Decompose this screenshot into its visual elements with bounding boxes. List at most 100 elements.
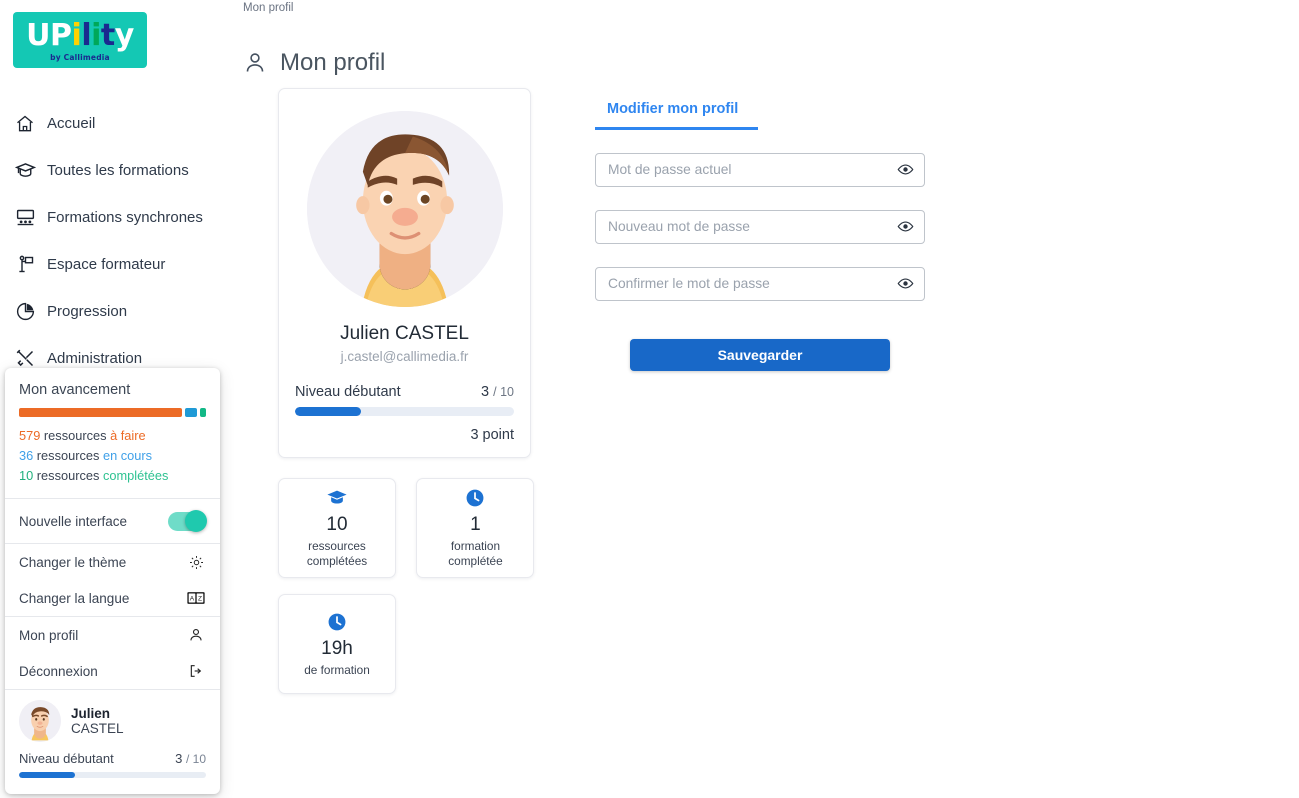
menu-item-label: Mon profil bbox=[19, 627, 79, 643]
stat-value: 10 bbox=[326, 514, 348, 535]
new-password-field[interactable] bbox=[595, 209, 925, 244]
page-header: Mon profil bbox=[243, 33, 385, 93]
stat-value: 1 bbox=[470, 514, 481, 535]
user-row: Julien CASTEL bbox=[19, 700, 206, 742]
menu-level-progress-bar bbox=[19, 772, 206, 778]
menu-level-label: Niveau débutant bbox=[19, 751, 114, 766]
person-icon bbox=[243, 51, 267, 75]
sidebar-item-toutes-les-formations[interactable]: Toutes les formations bbox=[0, 147, 230, 194]
graduation-cap-icon bbox=[14, 160, 36, 182]
avatar bbox=[306, 111, 503, 307]
profile-name: Julien CASTEL bbox=[340, 323, 469, 344]
new-password-input[interactable] bbox=[596, 210, 924, 243]
profile-points: 3 point bbox=[470, 427, 514, 443]
profile-level-label: Niveau débutant bbox=[295, 384, 401, 400]
home-icon bbox=[14, 113, 36, 135]
stat-noun: ressources bbox=[43, 428, 107, 443]
breadcrumb[interactable]: Mon profil bbox=[243, 2, 294, 14]
menu-item-label: Déconnexion bbox=[19, 663, 98, 679]
podium-flag-icon bbox=[14, 254, 36, 276]
sidebar-item-label: Formations synchrones bbox=[47, 209, 203, 226]
menu-item-deconnexion[interactable]: Déconnexion bbox=[5, 653, 220, 689]
progress-fill bbox=[295, 407, 361, 416]
stat-label: formation complétée bbox=[448, 539, 503, 568]
sidebar-item-label: Toutes les formations bbox=[47, 162, 189, 179]
level-current: 3 bbox=[481, 384, 490, 400]
classroom-icon bbox=[14, 207, 36, 229]
stat-card-de-formation[interactable]: 19h de formation bbox=[278, 594, 396, 694]
user-first-name: Julien bbox=[71, 706, 111, 721]
menu-item-mon-profil[interactable]: Mon profil bbox=[5, 617, 220, 653]
stat-state: en cours bbox=[102, 448, 153, 463]
sidebar-item-label: Espace formateur bbox=[47, 256, 166, 273]
stat-noun: ressources bbox=[36, 468, 100, 483]
sidebar-item-label: Accueil bbox=[47, 115, 96, 132]
logo-badge: UPility by Callimedia bbox=[13, 12, 147, 68]
stat-noun: ressources bbox=[36, 448, 100, 463]
avatar bbox=[19, 700, 61, 742]
main-content: Mon profil Mon profil Julien CASTEL j.ca… bbox=[230, 0, 1299, 798]
save-button[interactable]: Sauvegarder bbox=[630, 338, 890, 371]
stat-state: complétées bbox=[102, 468, 169, 483]
progress-segmented-bar bbox=[19, 408, 206, 417]
sidebar-item-espace-formateur[interactable]: Espace formateur bbox=[0, 241, 230, 288]
profile-card: Julien CASTEL j.castel@callimedia.fr Niv… bbox=[278, 88, 531, 458]
stat-count: 10 bbox=[19, 468, 34, 483]
user-dropdown-menu: Mon avancement 579 ressources à faire 36… bbox=[5, 368, 220, 794]
profile-level-value: 3 / 10 bbox=[481, 384, 514, 400]
stat-label: de formation bbox=[304, 662, 370, 677]
pie-chart-icon bbox=[14, 301, 36, 323]
page-title: Mon profil bbox=[280, 49, 386, 77]
level-of: / 10 bbox=[185, 752, 206, 766]
stat-card-ressources-completees[interactable]: 10 ressources complétées bbox=[278, 478, 396, 578]
tab-modifier-mon-profil[interactable]: Modifier mon profil bbox=[595, 101, 750, 127]
profile-level-progress-bar bbox=[295, 407, 514, 416]
app-root: UPility by Callimedia Accueil Toutes les… bbox=[0, 0, 1299, 798]
progress-segment-a-faire bbox=[19, 408, 182, 417]
stat-card-formation-completee[interactable]: 1 formation complétée bbox=[416, 478, 535, 578]
sidebar-item-label: Administration bbox=[47, 350, 143, 367]
level-of: / 10 bbox=[493, 385, 514, 399]
menu-item-changer-la-langue[interactable]: Changer la langue AZ bbox=[5, 580, 220, 616]
logout-icon bbox=[186, 663, 206, 679]
progress-fill bbox=[19, 772, 76, 778]
progress-segment-completees bbox=[200, 408, 206, 417]
eye-icon[interactable] bbox=[895, 160, 915, 180]
logo[interactable]: UPility by Callimedia bbox=[13, 12, 147, 68]
sidebar: UPility by Callimedia Accueil Toutes les… bbox=[0, 0, 230, 798]
menu-item-label: Nouvelle interface bbox=[19, 513, 128, 529]
toggle-knob bbox=[185, 510, 207, 532]
menu-item-nouvelle-interface[interactable]: Nouvelle interface bbox=[5, 499, 220, 543]
sidebar-item-label: Progression bbox=[47, 303, 128, 320]
eye-icon[interactable] bbox=[895, 274, 915, 294]
current-password-field[interactable] bbox=[595, 152, 925, 187]
graduation-cap-icon bbox=[326, 487, 348, 509]
menu-level-row: Niveau débutant 3 / 10 bbox=[19, 751, 206, 766]
sidebar-item-accueil[interactable]: Accueil bbox=[0, 100, 230, 147]
sidebar-item-formations-synchrones[interactable]: Formations synchrones bbox=[0, 194, 230, 241]
sidebar-item-progression[interactable]: Progression bbox=[0, 288, 230, 335]
edit-profile-panel: Modifier mon profil Sauvegarder bbox=[595, 100, 925, 371]
current-password-input[interactable] bbox=[596, 153, 924, 186]
menu-item-changer-le-theme[interactable]: Changer le thème bbox=[5, 544, 220, 580]
stat-value: 19h bbox=[321, 637, 353, 659]
tab-bar: Modifier mon profil bbox=[595, 100, 925, 130]
tab-active-underline bbox=[595, 127, 758, 130]
stat-label: ressources complétées bbox=[306, 539, 368, 568]
menu-item-label: Changer la langue bbox=[19, 590, 130, 606]
tools-icon bbox=[14, 348, 36, 370]
svg-text:A: A bbox=[190, 595, 195, 602]
stats-grid: 10 ressources complétées 1 formation compl… bbox=[278, 478, 568, 710]
user-name: Julien CASTEL bbox=[71, 706, 124, 736]
stat-count: 36 bbox=[19, 448, 34, 463]
eye-icon[interactable] bbox=[895, 217, 915, 237]
confirm-password-field[interactable] bbox=[595, 266, 925, 301]
svg-text:Z: Z bbox=[198, 595, 202, 602]
menu-user-card[interactable]: Julien CASTEL Niveau débutant 3 / 10 bbox=[5, 690, 220, 794]
nouvelle-interface-toggle[interactable] bbox=[168, 510, 207, 532]
profile-email: j.castel@callimedia.fr bbox=[340, 349, 469, 364]
progress-stat-completees: 10 ressources complétées bbox=[19, 466, 206, 486]
progress-segment-en-cours bbox=[184, 408, 198, 417]
confirm-password-input[interactable] bbox=[596, 267, 924, 300]
progress-stat-en-cours: 36 ressources en cours bbox=[19, 446, 206, 466]
